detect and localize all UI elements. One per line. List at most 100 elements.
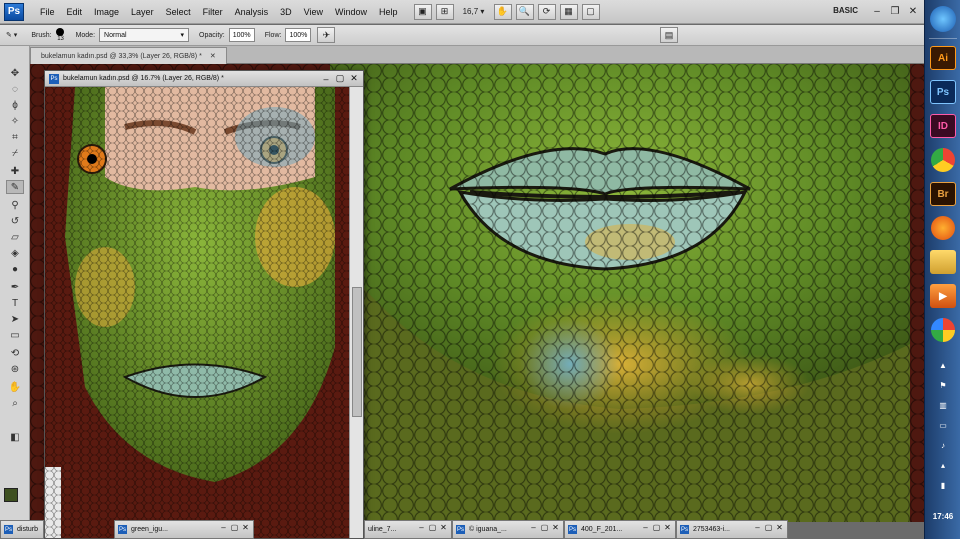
maximize-icon[interactable]: ▢: [763, 523, 774, 532]
healing-brush-tool-icon[interactable]: ✚: [6, 164, 24, 178]
close-icon[interactable]: ✕: [550, 523, 561, 532]
eraser-tool-icon[interactable]: ▱: [6, 230, 24, 244]
close-icon[interactable]: ✕: [438, 523, 449, 532]
lasso-tool-icon[interactable]: ϕ: [6, 98, 24, 112]
rotate-view-button[interactable]: ⟳: [537, 3, 556, 20]
minimized-doc-iguana[interactable]: Ps © iguana_... – ▢ ✕: [452, 520, 564, 539]
minimized-doc-green-iguana[interactable]: Ps green_igu... – ▢ ✕: [114, 520, 254, 539]
minimized-doc-400f[interactable]: Ps 400_F_201... – ▢ ✕: [564, 520, 676, 539]
history-brush-tool-icon[interactable]: ↺: [6, 214, 24, 228]
guides-grid-button[interactable]: ⊞: [435, 3, 454, 20]
minimize-icon[interactable]: –: [416, 523, 427, 532]
clone-stamp-tool-icon[interactable]: ⚲: [6, 198, 24, 212]
default-colors-icon[interactable]: ◧: [6, 430, 24, 444]
tab-close-icon[interactable]: ✕: [210, 52, 216, 60]
floating-document-window[interactable]: Ps bukelamun kadın.psd @ 16.7% (Layer 26…: [44, 70, 364, 539]
maximize-icon[interactable]: ▢: [651, 523, 662, 532]
tray-network-icon[interactable]: ▥: [937, 400, 949, 410]
vertical-scrollbar[interactable]: [349, 87, 363, 538]
path-select-tool-icon[interactable]: ➤: [6, 312, 24, 326]
folder-icon[interactable]: [930, 250, 956, 274]
brush-preset-picker[interactable]: 13: [55, 28, 66, 42]
close-icon[interactable]: ✕: [774, 523, 785, 532]
bridge-icon[interactable]: Br: [930, 182, 956, 206]
minimize-icon[interactable]: –: [528, 523, 539, 532]
foreground-color-swatch[interactable]: [4, 488, 18, 502]
crop-tool-icon[interactable]: ⌗: [6, 130, 24, 144]
minimize-icon[interactable]: –: [319, 72, 333, 85]
hand-tool-button[interactable]: ✋: [493, 3, 512, 20]
close-icon[interactable]: ✕: [904, 4, 922, 18]
maximize-icon[interactable]: ▢: [333, 72, 347, 85]
menu-layer[interactable]: Layer: [125, 7, 160, 17]
maximize-icon[interactable]: ▢: [427, 523, 438, 532]
menu-select[interactable]: Select: [160, 7, 197, 17]
minimize-icon[interactable]: –: [752, 523, 763, 532]
close-icon[interactable]: ✕: [240, 523, 251, 532]
floating-document-titlebar[interactable]: Ps bukelamun kadın.psd @ 16.7% (Layer 26…: [45, 71, 363, 87]
marquee-tool-icon[interactable]: ◌: [6, 82, 24, 96]
menu-analysis[interactable]: Analysis: [229, 7, 275, 17]
tray-monitor-icon[interactable]: ▭: [937, 420, 949, 430]
tab-document[interactable]: bukelamun kadın.psd @ 33,3% (Layer 26, R…: [30, 47, 227, 64]
maximize-icon[interactable]: ▢: [539, 523, 550, 532]
tray-signal-icon[interactable]: ▴: [937, 460, 949, 470]
hand-tool-icon[interactable]: ✋: [6, 380, 24, 394]
menu-filter[interactable]: Filter: [197, 7, 229, 17]
zoom-level[interactable]: 16,7 ▾: [456, 4, 492, 20]
media-player-icon[interactable]: ▶: [930, 284, 956, 308]
zoom-tool-icon[interactable]: ⌕: [6, 396, 24, 410]
close-icon[interactable]: ✕: [662, 523, 673, 532]
dodge-tool-icon[interactable]: ●: [6, 262, 24, 276]
screen-mode-button[interactable]: ▢: [581, 3, 600, 20]
chrome-icon[interactable]: [931, 148, 955, 172]
eyedropper-tool-icon[interactable]: ⌿: [6, 146, 24, 160]
tray-speaker-icon[interactable]: ♪: [937, 440, 949, 450]
close-icon[interactable]: ✕: [347, 72, 361, 85]
menu-window[interactable]: Window: [329, 7, 373, 17]
quick-select-tool-icon[interactable]: ✧: [6, 114, 24, 128]
scrollbar-thumb[interactable]: [352, 287, 362, 417]
floating-document-canvas[interactable]: [45, 87, 351, 538]
firefox-icon[interactable]: [931, 216, 955, 240]
pen-tool-icon[interactable]: ✒: [6, 280, 24, 294]
flow-field[interactable]: 100%: [285, 28, 312, 42]
type-tool-icon[interactable]: T: [6, 296, 24, 310]
zoom-tool-button[interactable]: 🔍: [515, 3, 534, 20]
workspace-switcher[interactable]: BASIC: [833, 6, 858, 15]
minimized-doc-2753463[interactable]: Ps 2753463-i... – ▢ ✕: [676, 520, 788, 539]
restore-icon[interactable]: ❐: [886, 4, 904, 18]
opacity-field[interactable]: 100%: [228, 28, 255, 42]
paint-bucket-tool-icon[interactable]: ◈: [6, 246, 24, 260]
tray-power-icon[interactable]: ▮: [937, 480, 949, 490]
tray-arrow-icon[interactable]: ▲: [937, 360, 949, 370]
brush-panel-button[interactable]: ▤: [660, 27, 678, 43]
airbrush-toggle[interactable]: ✈: [317, 27, 336, 43]
mode-select[interactable]: Normal ▾: [99, 28, 190, 42]
menu-edit[interactable]: Edit: [61, 7, 89, 17]
tray-flag-icon[interactable]: ⚑: [937, 380, 949, 390]
picasa-icon[interactable]: [931, 318, 955, 342]
shape-tool-icon[interactable]: ▭: [6, 328, 24, 342]
brush-tool-indicator[interactable]: ✎ ▾: [6, 31, 17, 39]
menu-help[interactable]: Help: [373, 7, 404, 17]
windows-orb-icon[interactable]: [930, 6, 956, 32]
arrange-documents-button[interactable]: ▦: [559, 3, 578, 20]
3d-orbit-tool-icon[interactable]: ⊛: [6, 362, 24, 376]
menu-3d[interactable]: 3D: [274, 7, 298, 17]
maximize-icon[interactable]: ▢: [229, 523, 240, 532]
menu-file[interactable]: File: [34, 7, 61, 17]
minimized-doc-disturb[interactable]: Ps disturb: [0, 520, 44, 539]
brush-tool-icon[interactable]: ✎: [6, 180, 24, 194]
minimized-doc-uline[interactable]: uline_7... – ▢ ✕: [364, 520, 452, 539]
minimize-icon[interactable]: –: [868, 4, 886, 18]
menu-image[interactable]: Image: [88, 7, 125, 17]
3d-rotate-tool-icon[interactable]: ⟲: [6, 346, 24, 360]
taskbar-clock[interactable]: 17:46: [925, 512, 960, 521]
minimize-icon[interactable]: –: [640, 523, 651, 532]
indesign-icon[interactable]: ID: [930, 114, 956, 138]
menu-view[interactable]: View: [298, 7, 329, 17]
bridge-launch-button[interactable]: ▣: [413, 3, 432, 20]
illustrator-icon[interactable]: Ai: [930, 46, 956, 70]
photoshop-icon[interactable]: Ps: [930, 80, 956, 104]
